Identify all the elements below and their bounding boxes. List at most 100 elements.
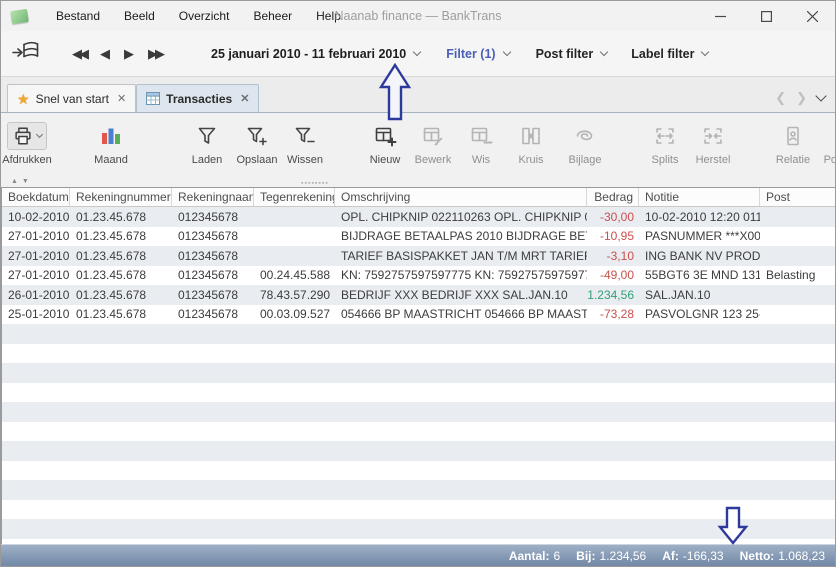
star-icon: ★ [17, 92, 30, 106]
cell-notitie [639, 363, 760, 383]
menu-beheer[interactable]: Beheer [241, 1, 304, 31]
first-record-button[interactable]: ◀◀ [65, 42, 93, 66]
ribbon-maand-button[interactable]: Maand [89, 121, 133, 166]
cell-rekeningnaam: 012345678 [172, 285, 254, 305]
cell-boekdatum: 27-01-2010 [2, 227, 70, 247]
table-row[interactable]: 26-01-201001.23.45.67801234567878.43.57.… [2, 285, 835, 305]
chevron-down-icon [36, 130, 43, 137]
funnel-plus-icon [245, 124, 269, 148]
cell-notitie: SAL.JAN.10 [639, 285, 760, 305]
table-row[interactable]: 27-01-201001.23.45.678012345678TARIEF BA… [2, 246, 835, 266]
menu-bar: Bestand Beeld Overzicht Beheer Help [44, 1, 353, 31]
cell-tegenrekening [254, 246, 335, 266]
ribbon-label: Afdrukken [2, 154, 52, 166]
column-header-tegenrekening[interactable]: Tegenrekening [254, 188, 335, 206]
import-transactions-icon[interactable] [11, 39, 41, 68]
cell-omschrijving: TARIEF BASISPAKKET JAN T/M MRT TARIEF... [335, 246, 587, 266]
ribbon-label: Herstel [696, 154, 731, 166]
cell-bedrag [587, 500, 639, 520]
tab-snel-van-start[interactable]: ★ Snel van start ✕ [7, 84, 136, 112]
cell-notitie: PASVOLGNR 123 25-0... [639, 305, 760, 325]
cell-notitie [639, 441, 760, 461]
table-row[interactable]: 27-01-201001.23.45.67801234567800.24.45.… [2, 266, 835, 286]
ribbon-bewerk-button: Bewerk [411, 121, 455, 166]
column-header-notitie[interactable]: Notitie [639, 188, 760, 206]
cell-post [760, 441, 835, 461]
filter-dropdown[interactable]: Filter (1) [446, 47, 509, 61]
close-tab-icon[interactable]: ✕ [117, 92, 126, 105]
empty-table-row [2, 344, 835, 364]
post-filter-dropdown[interactable]: Post filter [536, 47, 608, 61]
previous-record-button[interactable]: ◀ [93, 42, 117, 66]
transactions-table: BoekdatumRekeningnummerRekeningnaamTegen… [1, 187, 835, 544]
filter-label: Filter (1) [446, 47, 495, 61]
close-button[interactable] [789, 1, 835, 31]
ribbon-label: Bijlage [568, 154, 601, 166]
ribbon-nieuw-button[interactable]: Nieuw [363, 121, 407, 166]
tab-transacties[interactable]: Transacties ✕ [136, 84, 259, 112]
table-edit-icon [421, 124, 445, 148]
cell-rekeningnaam: 012345678 [172, 227, 254, 247]
ribbon-label: Nieuw [370, 154, 401, 166]
cell-notitie [639, 519, 760, 539]
ribbon-label: Bewerk [415, 154, 452, 166]
ribbon-label: Wis [472, 154, 490, 166]
collapse-expand-icons[interactable]: ▲▼ [11, 178, 33, 185]
cell-rekeningnummer [70, 422, 172, 442]
ribbon-opslaan-button[interactable]: Opslaan [235, 121, 279, 166]
ribbon-toolbar: Afdrukken Maand Laden Opslaan Wissen [1, 113, 835, 179]
ribbon-laden-button[interactable]: Laden [185, 121, 229, 166]
status-bar: Aantal: 6 Bij: 1.234,56 Af: -166,33 Nett… [1, 544, 835, 566]
date-range-dropdown[interactable]: 25 januari 2010 - 11 februari 2010 [211, 47, 420, 61]
cell-boekdatum [2, 441, 70, 461]
table-header-row: BoekdatumRekeningnummerRekeningnaamTegen… [2, 188, 835, 207]
next-record-button[interactable]: ▶ [117, 42, 141, 66]
ribbon-splitter[interactable]: ▲▼ ▪▪▪▪▪▪▪▪ [1, 179, 835, 187]
tab-list-chevron-icon[interactable] [815, 90, 826, 101]
scroll-tabs-left-icon[interactable]: ❮ [775, 90, 786, 106]
cell-notitie [639, 324, 760, 344]
table-row[interactable]: 25-01-201001.23.45.67801234567800.03.09.… [2, 305, 835, 325]
table-row[interactable]: 27-01-201001.23.45.678012345678BIJDRAGE … [2, 227, 835, 247]
cell-tegenrekening [254, 324, 335, 344]
minimize-button[interactable] [697, 1, 743, 31]
cell-omschrijving [335, 402, 587, 422]
cell-boekdatum [2, 422, 70, 442]
ribbon-label: Opslaan [237, 154, 278, 166]
close-tab-icon[interactable]: ✕ [240, 92, 249, 105]
title-bar: Bestand Beeld Overzicht Beheer Help Naan… [1, 1, 835, 31]
maximize-button[interactable] [743, 1, 789, 31]
ribbon-afdrukken-button[interactable]: Afdrukken [5, 121, 49, 166]
column-header-omschrijving[interactable]: Omschrijving [335, 188, 587, 206]
splitter-grip-icon[interactable]: ▪▪▪▪▪▪▪▪ [301, 180, 329, 187]
cell-omschrijving: KN: 7592757597597775 KN: 759275759759777… [335, 266, 587, 286]
cell-omschrijving: BIJDRAGE BETAALPAS 2010 BIJDRAGE BETA... [335, 227, 587, 247]
cell-rekeningnaam [172, 402, 254, 422]
cell-omschrijving: 054666 BP MAASTRICHT 054666 BP MAASTRI..… [335, 305, 587, 325]
label-filter-dropdown[interactable]: Label filter [631, 47, 708, 61]
status-value: -166,33 [683, 549, 724, 563]
table-row[interactable]: 10-02-201001.23.45.678012345678OPL. CHIP… [2, 207, 835, 227]
cell-tegenrekening [254, 519, 335, 539]
ribbon-wissen-button[interactable]: Wissen [283, 121, 327, 166]
column-header-rekeningnaam[interactable]: Rekeningnaam [172, 188, 254, 206]
cell-notitie [639, 461, 760, 481]
cell-bedrag: -73,28 [587, 305, 639, 325]
ribbon-label: Maand [94, 154, 128, 166]
cell-bedrag [587, 519, 639, 539]
last-record-button[interactable]: ▶▶ [141, 42, 169, 66]
menu-beeld[interactable]: Beeld [112, 1, 167, 31]
cell-boekdatum [2, 519, 70, 539]
column-header-boekdatum[interactable]: Boekdatum [2, 188, 70, 206]
column-header-post[interactable]: Post [760, 188, 835, 206]
menu-bestand[interactable]: Bestand [44, 1, 112, 31]
scroll-tabs-right-icon[interactable]: ❯ [796, 90, 807, 106]
cell-tegenrekening [254, 461, 335, 481]
column-header-rekeningnummer[interactable]: Rekeningnummer [70, 188, 172, 206]
nav-toolbar: ◀◀ ◀ ▶ ▶▶ 25 januari 2010 - 11 februari … [1, 31, 835, 77]
status-value: 6 [553, 549, 560, 563]
column-header-bedrag[interactable]: Bedrag [587, 188, 639, 206]
cell-rekeningnaam [172, 324, 254, 344]
cell-bedrag [587, 441, 639, 461]
menu-overzicht[interactable]: Overzicht [167, 1, 242, 31]
